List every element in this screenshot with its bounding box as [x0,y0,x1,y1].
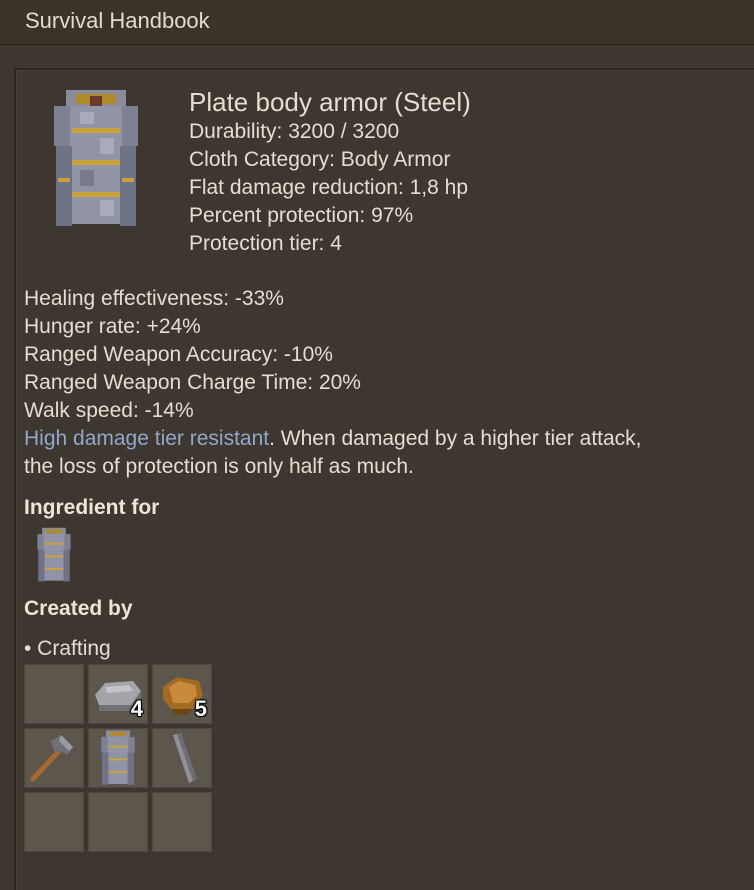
title-bar: Survival Handbook [0,0,754,45]
resist-text-2: the loss of protection is only half as m… [24,455,414,478]
stat-protection-tier: Protection tier: 4 [189,232,342,255]
modifier-walk-speed: Walk speed: -14% [24,399,194,422]
metal-bar-icon [173,733,197,783]
resist-text-1: . When damaged by a higher tier attack, [269,427,642,450]
stat-durability: Durability: 3200 / 3200 [189,120,400,143]
grid-slot-5[interactable] [88,728,148,788]
plate-armor-icon [46,88,146,230]
plate-armor-icon [101,730,135,785]
created-by-heading: Created by [24,597,133,620]
stat-flat-damage-reduction: Flat damage reduction: 1,8 hp [189,176,469,199]
window-title: Survival Handbook [25,8,210,33]
modifier-ranged-accuracy: Ranged Weapon Accuracy: -10% [24,343,333,366]
modifier-ranged-charge: Ranged Weapon Charge Time: 20% [24,371,361,394]
grid-slot-2[interactable]: 4 [88,664,148,724]
resist-link[interactable]: High damage tier resistant [24,427,269,450]
ingredient-for-heading: Ingredient for [24,496,160,519]
grid-slot-1[interactable] [24,664,84,724]
grid-slot-8[interactable] [88,792,148,852]
ingredient-item[interactable] [34,527,74,583]
created-by-method: • Crafting [24,637,111,660]
grid-slot-3[interactable]: 5 [152,664,212,724]
item-name: Plate body armor (Steel) [189,87,471,117]
grid-slot-3-count: 5 [194,696,207,721]
grid-slot-6[interactable] [152,728,212,788]
grid-slot-4[interactable] [24,728,84,788]
stat-cloth-category: Cloth Category: Body Armor [189,148,451,171]
hammer-icon [30,735,73,782]
modifier-hunger: Hunger rate: +24% [24,315,201,338]
grid-slot-2-count: 4 [130,696,143,721]
grid-slot-9[interactable] [152,792,212,852]
plate-armor-icon [37,527,71,582]
grid-slot-7[interactable] [24,792,84,852]
modifier-healing: Healing effectiveness: -33% [24,287,284,310]
resist-description: High damage tier resistant. When damaged… [24,427,642,451]
stat-percent-protection: Percent protection: 97% [189,204,414,227]
